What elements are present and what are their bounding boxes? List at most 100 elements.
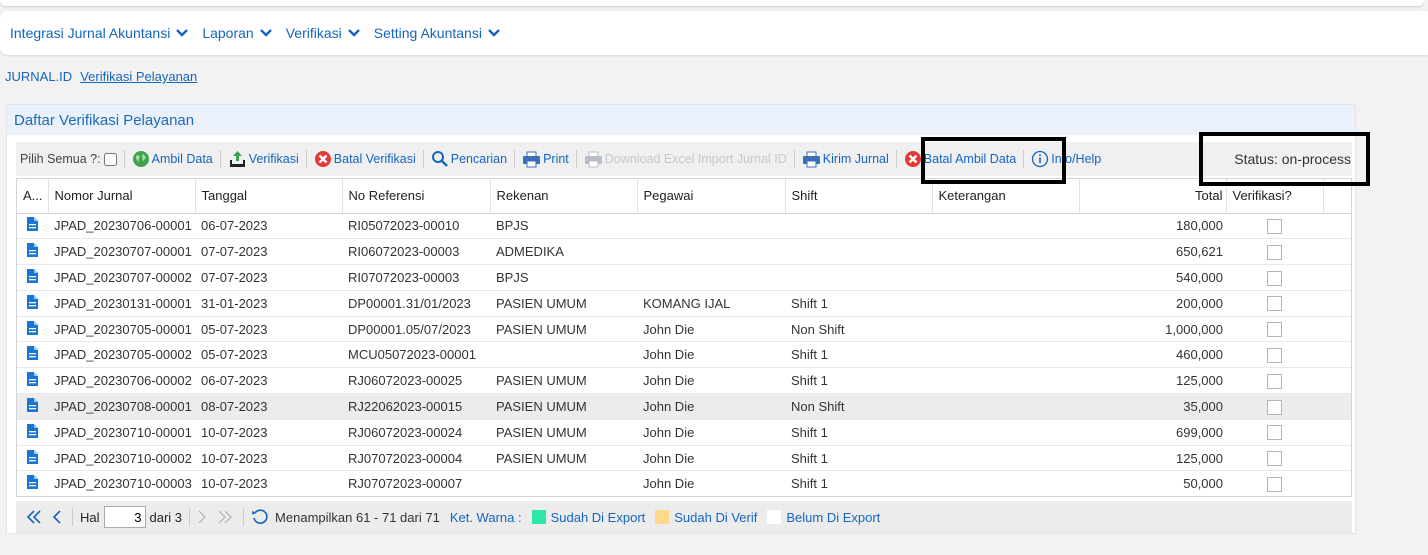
row-action-cell[interactable] (17, 470, 48, 496)
table-row[interactable]: JPAD_20230710-00003 10-07-2023 RJ07072023-… (17, 470, 1351, 496)
batal-verifikasi-button[interactable]: Batal Verifikasi (314, 150, 416, 168)
select-all[interactable]: Pilih Semua ?: (20, 152, 117, 166)
table-row[interactable]: JPAD_20230708-00001 08-07-2023 RJ22062023-… (17, 393, 1351, 420)
table-row[interactable]: JPAD_20230705-00002 05-07-2023 MCU05072023… (17, 341, 1351, 369)
kirim-jurnal-button[interactable]: Kirim Jurnal (802, 151, 889, 168)
cell-spacer (1323, 445, 1351, 472)
document-icon[interactable] (27, 320, 38, 335)
document-icon[interactable] (27, 268, 38, 283)
verify-checkbox[interactable] (1267, 373, 1282, 389)
breadcrumb: JURNAL.ID Verifikasi Pelayanan (5, 69, 197, 84)
verify-checkbox[interactable] (1267, 347, 1282, 363)
cell-ref: RJ22062023-00015 (342, 393, 490, 420)
document-icon[interactable] (27, 449, 38, 464)
table-row[interactable]: JPAD_20230706-00001 06-07-2023 RI05072023-… (17, 213, 1351, 240)
table-row[interactable]: JPAD_20230706-00002 06-07-2023 RJ06072023-… (17, 367, 1351, 395)
cell-nomor: JPAD_20230708-00001 (48, 393, 195, 420)
row-action-cell[interactable] (17, 367, 48, 395)
document-icon[interactable] (27, 397, 38, 412)
menu-verifikasi[interactable]: Verifikasi (286, 25, 360, 41)
document-icon[interactable] (27, 346, 38, 361)
column-header[interactable]: Nomor Jurnal (48, 179, 196, 214)
column-header[interactable]: Pegawai (637, 179, 786, 214)
cell-rekenan: PASIEN UMUM (490, 393, 637, 420)
table-row[interactable]: JPAD_20230705-00001 05-07-2023 DP00001.05/… (17, 316, 1351, 343)
table-row[interactable]: JPAD_20230707-00001 07-07-2023 RI06072023-… (17, 238, 1351, 266)
legend-swatch-not-exported (767, 510, 782, 524)
next-page-button[interactable] (197, 510, 207, 524)
menu-setting-akuntansi[interactable]: Setting Akuntansi (374, 25, 500, 41)
verify-checkbox[interactable] (1267, 218, 1282, 234)
document-icon[interactable] (27, 475, 38, 490)
document-icon[interactable] (27, 243, 38, 258)
refresh-button[interactable] (251, 508, 269, 526)
cell-nomor: JPAD_20230705-00001 (48, 316, 195, 343)
table-row[interactable]: JPAD_20230131-00001 31-01-2023 DP00001.31/… (17, 290, 1351, 317)
cell-pegawai: John Die (637, 316, 785, 343)
cancel-circle-icon (314, 151, 331, 167)
breadcrumb-active[interactable]: Verifikasi Pelayanan (80, 69, 197, 84)
document-icon[interactable] (27, 372, 38, 387)
cell-ref: RI07072023-00003 (342, 264, 490, 291)
verify-checkbox[interactable] (1267, 399, 1282, 415)
cell-nomor: JPAD_20230707-00002 (48, 264, 195, 291)
row-action-cell[interactable] (17, 290, 48, 317)
document-icon[interactable] (27, 294, 38, 309)
verify-checkbox[interactable] (1267, 270, 1282, 286)
breadcrumb-root[interactable]: JURNAL.ID (5, 69, 72, 84)
ambil-data-button[interactable]: Ambil Data (132, 150, 213, 168)
cell-pegawai: John Die (637, 419, 785, 446)
table-row[interactable]: JPAD_20230707-00002 07-07-2023 RI07072023-… (17, 264, 1351, 291)
chevron-down-icon (259, 29, 272, 37)
row-action-cell[interactable] (17, 393, 48, 420)
table-row[interactable]: JPAD_20230710-00002 10-07-2023 RJ07072023-… (17, 445, 1351, 472)
verifikasi-button[interactable]: Verifikasi (228, 150, 299, 168)
first-page-button[interactable] (26, 510, 42, 524)
separator (422, 150, 424, 168)
verify-checkbox[interactable] (1267, 451, 1282, 467)
last-page-button[interactable] (217, 510, 233, 524)
column-header[interactable]: Rekenan (490, 179, 638, 214)
verify-checkbox[interactable] (1267, 425, 1282, 441)
verify-checkbox[interactable] (1267, 244, 1282, 260)
pencarian-button[interactable]: Pencarian (431, 150, 507, 168)
cell-spacer (1323, 393, 1351, 420)
print-button[interactable]: Print (522, 151, 569, 168)
menu-laporan[interactable]: Laporan (202, 25, 272, 41)
row-action-cell[interactable] (17, 213, 48, 240)
cell-tanggal: 07-07-2023 (195, 264, 342, 291)
verify-checkbox[interactable] (1267, 296, 1282, 312)
column-header[interactable]: A... (17, 179, 49, 214)
prev-page-button[interactable] (52, 510, 62, 524)
document-icon[interactable] (27, 217, 38, 232)
page-total: dari 3 (149, 509, 183, 525)
verify-checkbox[interactable] (1267, 322, 1282, 338)
printer-icon (584, 151, 602, 167)
menu-integrasi-jurnal[interactable]: Integrasi Jurnal Akuntansi (10, 25, 189, 41)
cell-ref: DP00001.31/01/2023 (342, 290, 490, 317)
verify-checkbox[interactable] (1267, 476, 1282, 492)
printer-icon (523, 151, 541, 167)
row-action-cell[interactable] (17, 316, 48, 343)
cell-ref: MCU05072023-00001 (342, 341, 490, 369)
column-header[interactable]: No Referensi (342, 179, 491, 214)
column-header[interactable]: Shift (785, 179, 933, 214)
row-action-cell[interactable] (17, 238, 48, 266)
cell-rekenan: BPJS (490, 213, 637, 240)
select-all-checkbox[interactable] (103, 152, 117, 166)
chevron-down-icon (488, 29, 500, 37)
table-row[interactable]: JPAD_20230710-00001 10-07-2023 RJ06072023-… (17, 419, 1351, 446)
cell-nomor: JPAD_20230707-00001 (48, 238, 195, 266)
download-excel-button[interactable]: Download Excel Import Jurnal ID (584, 151, 787, 168)
row-action-cell[interactable] (17, 341, 48, 369)
legend-label: Belum Di Export (786, 509, 881, 525)
column-header[interactable]: Tanggal (195, 179, 343, 214)
row-action-cell[interactable] (17, 419, 48, 446)
column-header[interactable]: Keterangan (932, 179, 1080, 214)
row-action-cell[interactable] (17, 445, 48, 472)
row-action-cell[interactable] (17, 264, 48, 291)
document-icon[interactable] (27, 423, 38, 438)
chevron-right-icon (198, 510, 207, 524)
pager: Hal dari 3 Menampilkan 61 - 71 dari 71 K… (16, 501, 1352, 533)
page-input[interactable] (103, 506, 146, 528)
